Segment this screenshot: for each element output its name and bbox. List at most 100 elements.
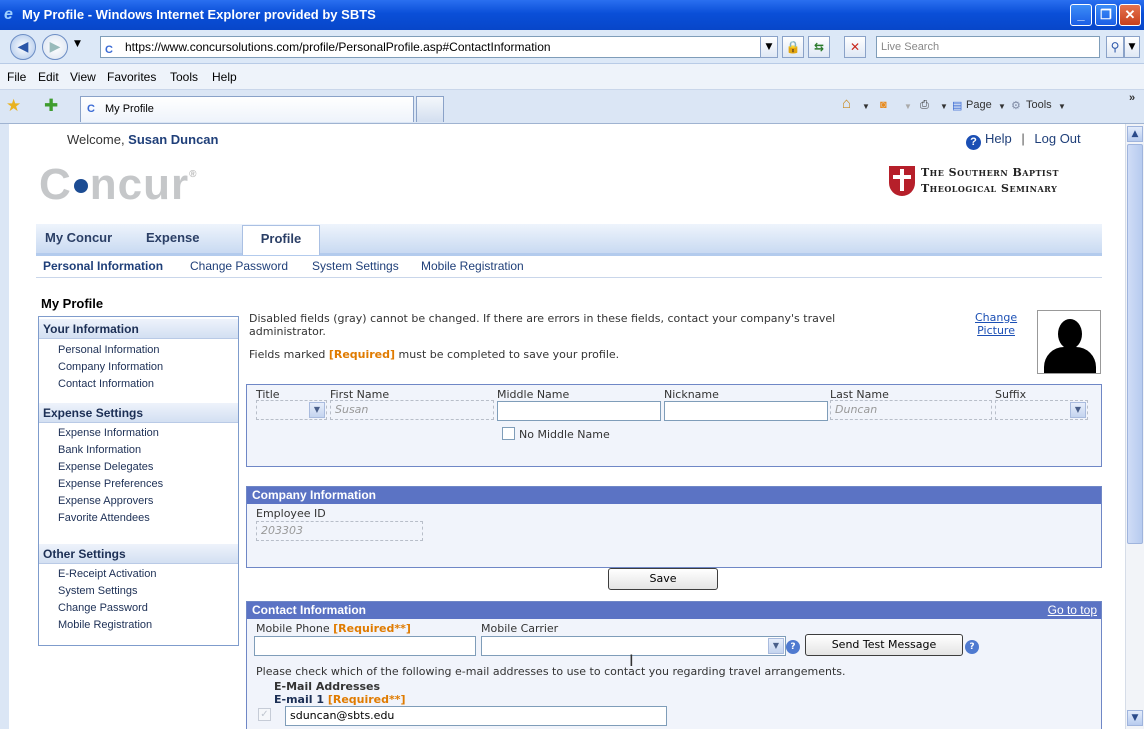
tab-my-concur[interactable]: My Concur (45, 230, 112, 245)
go-to-top-link[interactable]: Go to top (1048, 602, 1097, 619)
subtab-mobile-registration[interactable]: Mobile Registration (421, 259, 524, 273)
no-middle-name-checkbox[interactable] (502, 427, 515, 440)
more-commands-icon[interactable]: » (1129, 92, 1135, 104)
sbts-line1: The Southern Baptist (921, 166, 1059, 179)
send-test-message-button[interactable]: Send Test Message (805, 634, 963, 656)
sidebar-item-mobile-registration[interactable]: Mobile Registration (58, 619, 152, 631)
search-options-icon[interactable]: ▼ (1124, 36, 1140, 58)
email1-label-text: E-mail 1 (274, 693, 328, 706)
sidebar-item-contact-information[interactable]: Contact Information (58, 378, 154, 390)
change-picture-link[interactable]: Change Picture (975, 311, 1017, 337)
sidebar-item-expense-approvers[interactable]: Expense Approvers (58, 495, 153, 507)
refresh-icon[interactable]: ⇆ (808, 36, 830, 58)
required-fields-note: Fields marked [Required] must be complet… (249, 348, 619, 361)
sbts-line2: Theological Seminary (921, 182, 1058, 195)
sidebar-section-expense-settings: Expense Settings (39, 403, 238, 423)
middle-name-label: Middle Name (497, 388, 570, 401)
sidebar-item-expense-information[interactable]: Expense Information (58, 427, 159, 439)
sidebar-item-expense-preferences[interactable]: Expense Preferences (58, 478, 163, 490)
carrier-help-icon[interactable]: ? (786, 640, 800, 654)
url-input[interactable]: C https://www.concursolutions.com/profil… (100, 36, 778, 58)
tools-gear-icon[interactable]: ⚙ (1011, 99, 1021, 112)
nickname-label: Nickname (664, 388, 719, 401)
window-title: My Profile - Windows Internet Explorer p… (22, 7, 376, 22)
url-dropdown-icon[interactable]: ▼ (760, 36, 778, 58)
page-dropdown-icon[interactable]: ▼ (998, 102, 1006, 111)
logo-dot-icon (73, 179, 88, 193)
close-button[interactable]: ✕ (1119, 4, 1141, 26)
maximize-button[interactable]: ❐ (1095, 4, 1117, 26)
help-link[interactable]: Help (985, 131, 1012, 146)
menu-favorites[interactable]: Favorites (107, 70, 156, 84)
history-dropdown-icon[interactable]: ▼ (74, 39, 81, 49)
tools-dropdown-icon[interactable]: ▼ (1058, 102, 1066, 111)
mobile-phone-field[interactable] (254, 636, 476, 656)
subtab-system-settings[interactable]: System Settings (312, 259, 399, 273)
scroll-down-icon[interactable]: ▼ (1127, 710, 1143, 726)
sidebar-item-company-information[interactable]: Company Information (58, 361, 163, 373)
forward-button[interactable]: ▶ (42, 34, 68, 60)
feeds-icon[interactable]: ◙ (880, 99, 887, 111)
nickname-field[interactable] (664, 401, 828, 421)
sidebar-item-e-receipt-activation[interactable]: E-Receipt Activation (58, 568, 156, 580)
send-test-help-icon[interactable]: ? (965, 640, 979, 654)
lock-icon[interactable]: 🔒 (782, 36, 804, 58)
menu-view[interactable]: View (70, 70, 96, 84)
email1-required: [Required**] (327, 693, 406, 706)
window-frame-left (0, 124, 9, 729)
title-select-arrow-icon: ▼ (309, 402, 325, 418)
name-section: Title First Name Middle Name Nickname La… (246, 384, 1102, 467)
sidebar-item-favorite-attendees[interactable]: Favorite Attendees (58, 512, 150, 524)
menu-help[interactable]: Help (212, 70, 237, 84)
tab-favicon-icon: C (87, 103, 95, 115)
sidebar-section-other-settings: Other Settings (39, 544, 238, 564)
help-logout-area: ? Help | Log Out (966, 131, 1081, 150)
subnav-divider (36, 277, 1102, 278)
sidebar-item-personal-information[interactable]: Personal Information (58, 344, 160, 356)
sidebar-item-system-settings[interactable]: System Settings (58, 585, 137, 597)
save-button[interactable]: Save (608, 568, 718, 590)
subtab-change-password[interactable]: Change Password (190, 259, 288, 273)
help-icon[interactable]: ? (966, 135, 981, 150)
tab-my-profile[interactable]: C My Profile (80, 96, 414, 122)
print-icon[interactable]: ⎙ (920, 99, 929, 112)
menu-tools[interactable]: Tools (170, 70, 198, 84)
favorites-star-icon[interactable]: ★ (6, 96, 21, 116)
email1-field[interactable]: sduncan@sbts.edu (285, 706, 667, 726)
avatar-head (1058, 319, 1082, 349)
sidebar-item-bank-information[interactable]: Bank Information (58, 444, 141, 456)
subtab-personal-information[interactable]: Personal Information (43, 259, 163, 273)
menu-file[interactable]: File (7, 70, 26, 84)
scrollbar-thumb[interactable] (1127, 144, 1143, 544)
tab-expense[interactable]: Expense (146, 230, 199, 245)
add-favorite-icon[interactable]: ✚ (44, 96, 58, 116)
page-menu[interactable]: Page (966, 99, 992, 111)
stop-icon[interactable]: ✕ (844, 36, 866, 58)
back-button[interactable]: ◀ (10, 34, 36, 60)
page-scrollbar[interactable]: ▲ ▼ (1125, 124, 1144, 729)
middle-name-field[interactable] (497, 401, 661, 421)
sidebar-item-change-password[interactable]: Change Password (58, 602, 148, 614)
tools-menu[interactable]: Tools (1026, 99, 1052, 111)
search-icon[interactable]: ⚲ (1106, 36, 1124, 58)
sbts-shield-icon (889, 166, 915, 196)
tab-profile[interactable]: Profile (242, 225, 320, 255)
menu-edit[interactable]: Edit (38, 70, 59, 84)
sidebar-section-your-information: Your Information (39, 319, 238, 339)
home-dropdown-icon[interactable]: ▼ (862, 102, 870, 111)
page-icon[interactable]: ▤ (952, 99, 962, 112)
feeds-dropdown-icon[interactable]: ▼ (904, 102, 912, 111)
sidebar-item-expense-delegates[interactable]: Expense Delegates (58, 461, 153, 473)
sidebar-title: My Profile (41, 296, 104, 311)
change-picture-line1: Change (975, 311, 1018, 324)
logout-link[interactable]: Log Out (1034, 131, 1080, 146)
header-separator: | (1021, 131, 1025, 146)
print-dropdown-icon[interactable]: ▼ (940, 102, 948, 111)
new-tab-button[interactable] (416, 96, 444, 122)
logo-registered: ® (189, 169, 198, 180)
search-input[interactable]: Live Search (876, 36, 1100, 58)
scroll-up-icon[interactable]: ▲ (1127, 126, 1143, 142)
home-icon[interactable]: ⌂ (842, 95, 851, 112)
logo-letter: C (39, 160, 72, 209)
minimize-button[interactable]: _ (1070, 4, 1092, 26)
